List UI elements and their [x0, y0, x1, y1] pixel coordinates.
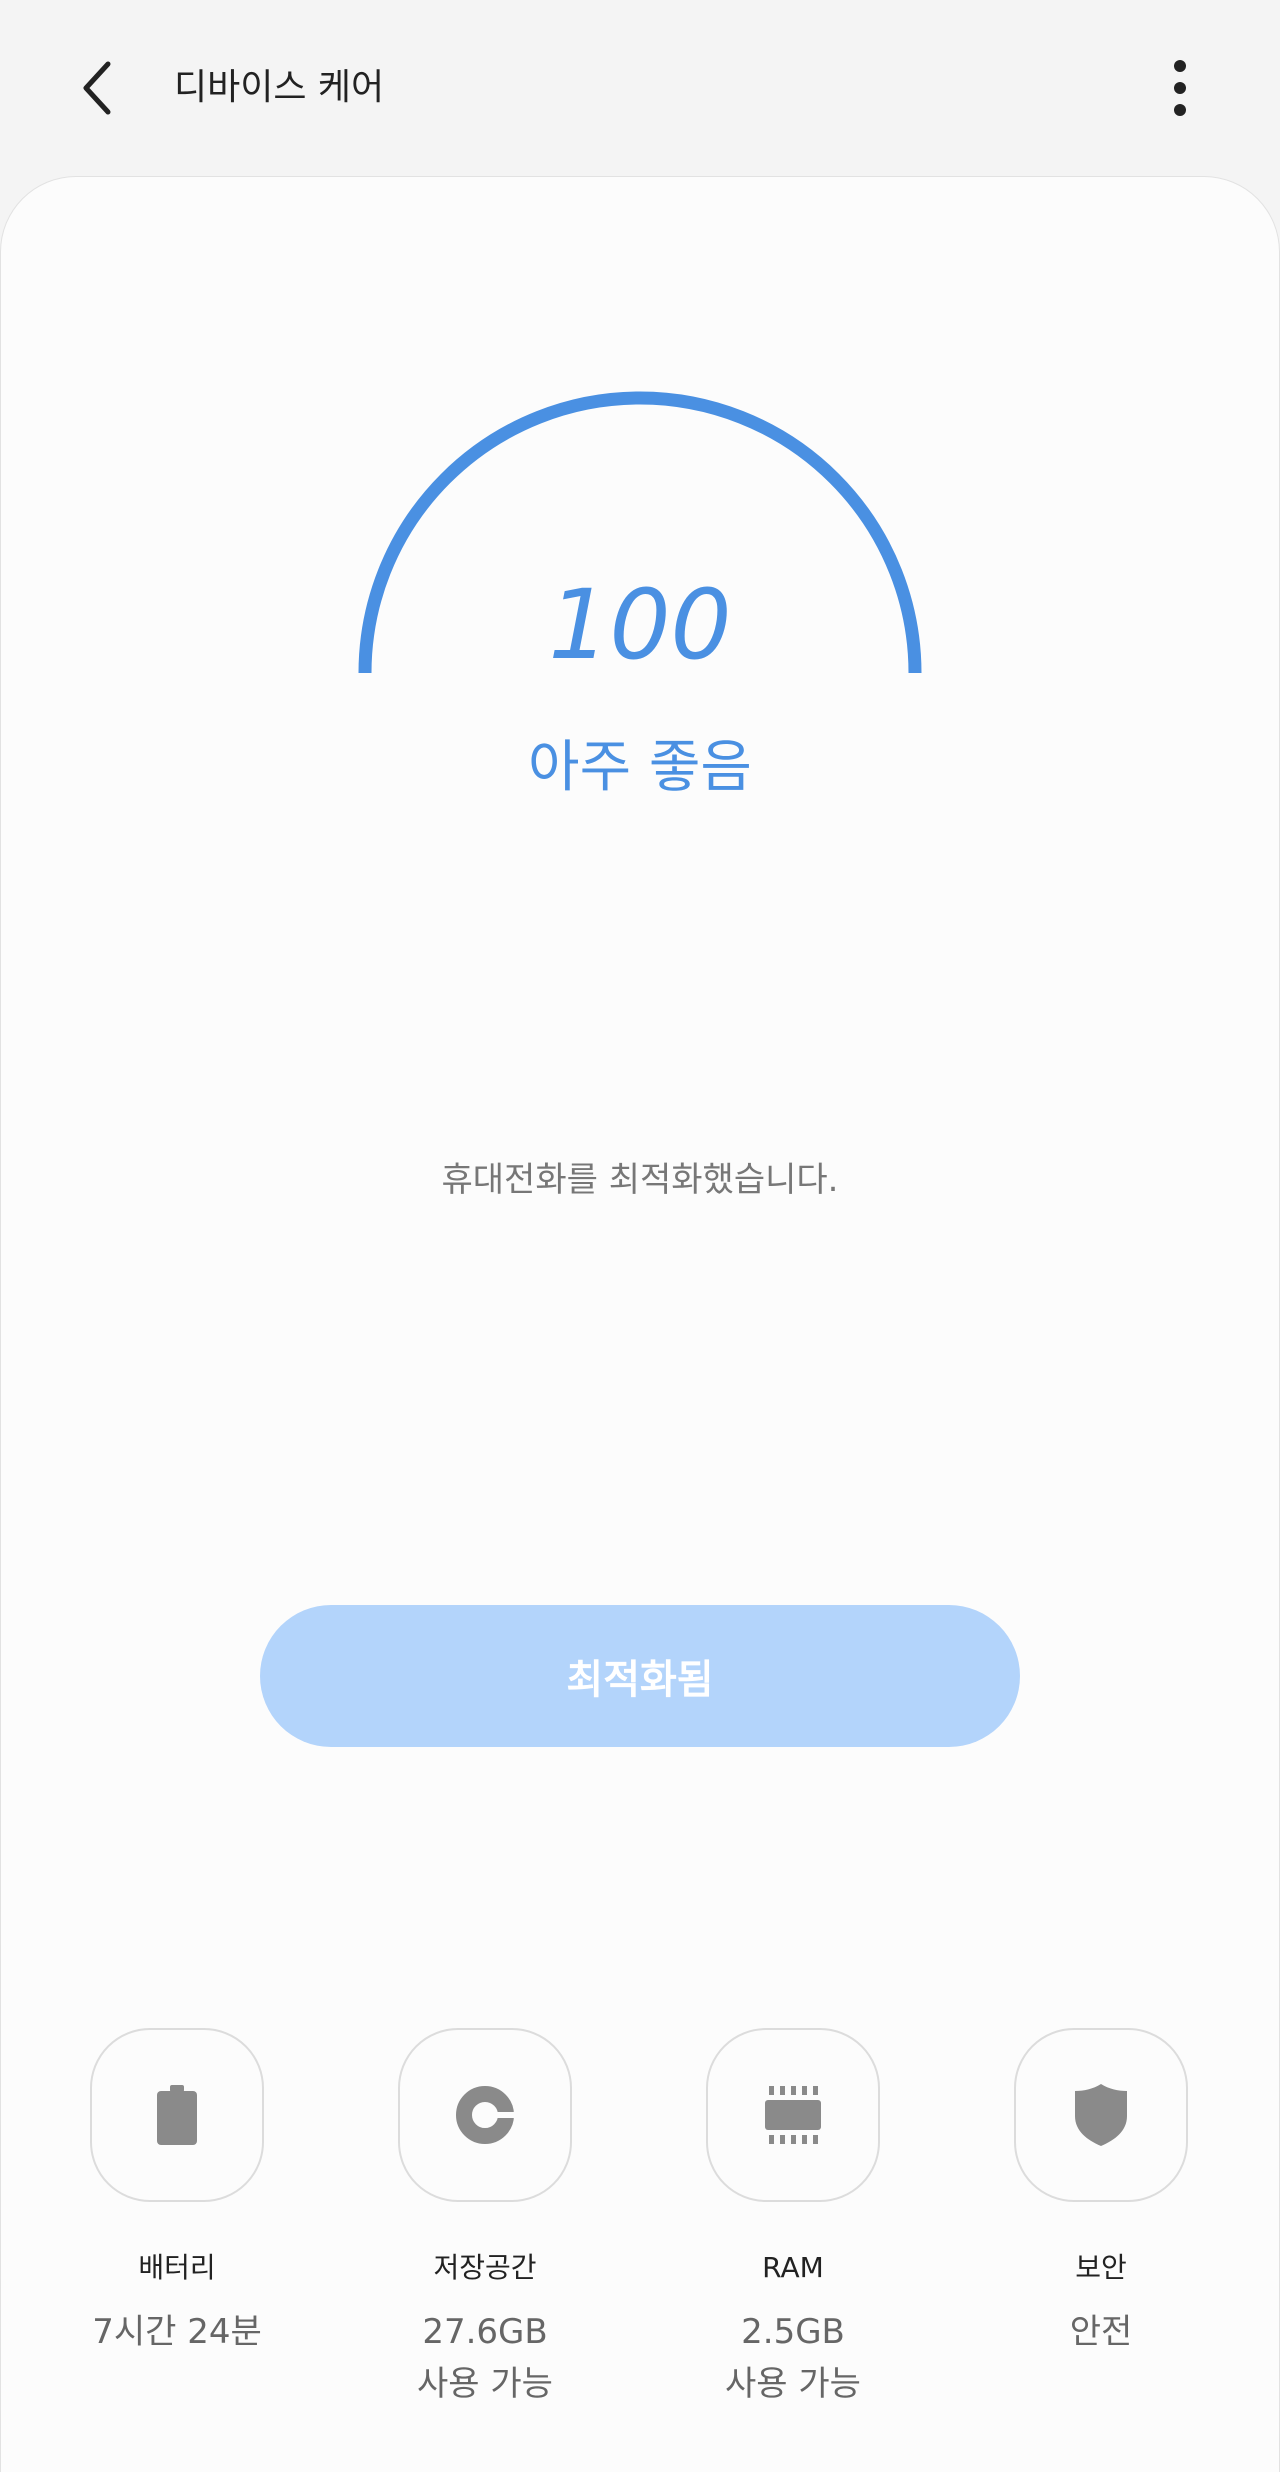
page-title: 디바이스 케어	[174, 67, 385, 108]
optimization-message: 휴대전화를 최적화했습니다.	[441, 1160, 839, 1200]
storage-tile[interactable]: 저장공간 27.6GB 사용 가능	[398, 2028, 572, 2404]
storage-label: 저장공간	[433, 2251, 537, 2284]
battery-value-line1: 7시간 24분	[92, 2312, 262, 2352]
score-status: 아주 좋음	[528, 735, 752, 800]
ram-value: 2.5GB 사용 가능	[636, 2306, 950, 2410]
ram-value-line1: 2.5GB	[741, 2312, 845, 2352]
battery-value: 7시간 24분	[20, 2306, 334, 2358]
back-arrow-icon	[83, 61, 111, 115]
security-label: 보안	[1075, 2251, 1127, 2284]
security-value: 안전	[944, 2306, 1258, 2358]
battery-tile[interactable]: 배터리 7시간 24분	[90, 2028, 264, 2352]
storage-icon-button[interactable]	[398, 2028, 572, 2202]
security-tile[interactable]: 보안 안전	[1014, 2028, 1188, 2352]
storage-value-line1: 27.6GB	[422, 2312, 548, 2352]
battery-label: 배터리	[138, 2251, 216, 2284]
storage-icon	[456, 2086, 515, 2144]
ram-icon-button[interactable]	[706, 2028, 880, 2202]
ram-tile[interactable]: RAM 2.5GB 사용 가능	[706, 2028, 880, 2404]
back-button[interactable]	[58, 48, 138, 128]
more-options-button[interactable]	[1140, 48, 1220, 128]
shield-icon	[1075, 2084, 1127, 2146]
storage-value-line2: 사용 가능	[417, 2364, 553, 2404]
ram-value-line2: 사용 가능	[725, 2364, 861, 2404]
security-icon-button[interactable]	[1014, 2028, 1188, 2202]
memory-chip-icon	[765, 2086, 821, 2144]
battery-icon	[157, 2085, 197, 2145]
ram-label: RAM	[762, 2251, 824, 2284]
storage-value: 27.6GB 사용 가능	[328, 2306, 642, 2410]
more-vertical-icon	[1174, 60, 1186, 116]
score-value: 100	[548, 569, 732, 681]
app-bar: 디바이스 케어	[0, 0, 1280, 176]
optimized-button[interactable]: 최적화됨	[260, 1605, 1020, 1747]
battery-icon-button[interactable]	[90, 2028, 264, 2202]
security-value-line1: 안전	[1069, 2312, 1133, 2352]
